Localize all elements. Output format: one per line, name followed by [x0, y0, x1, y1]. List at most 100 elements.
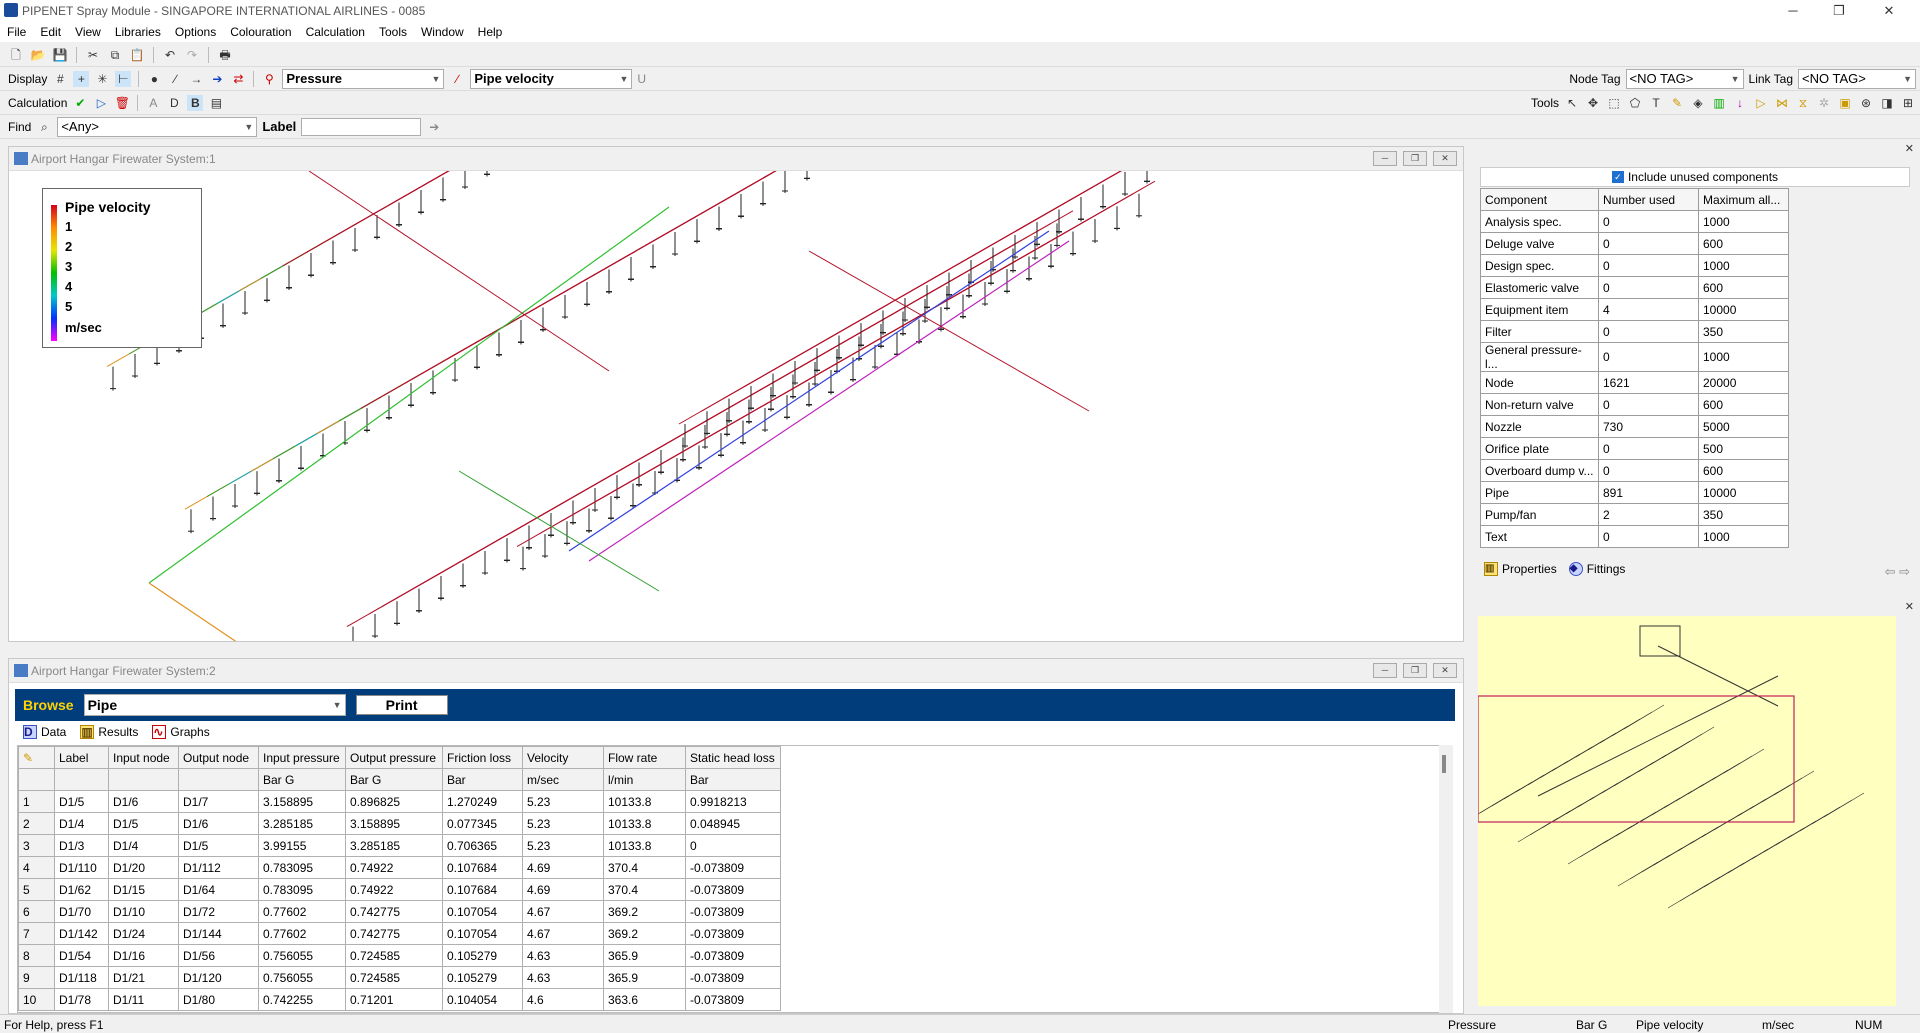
row-number[interactable]: 8 [18, 944, 55, 967]
equipment-icon[interactable]: ▣ [1837, 95, 1853, 111]
table-cell[interactable]: D1/20 [108, 856, 179, 879]
table-cell[interactable]: 0.107054 [442, 922, 523, 945]
table-cell[interactable]: D1/16 [108, 944, 179, 967]
table-cell[interactable]: 5.23 [522, 812, 604, 835]
table-cell[interactable]: 370.4 [603, 878, 686, 901]
link-label-icon[interactable]: ∕ [167, 71, 183, 87]
table-cell[interactable]: 4.69 [522, 878, 604, 901]
table-cell[interactable]: 0.74922 [345, 856, 443, 879]
table-cell[interactable]: D1/118 [54, 966, 109, 989]
column-header[interactable]: Maximum all... [1698, 188, 1789, 211]
column-header[interactable]: Label [54, 746, 109, 769]
table-cell[interactable]: D1/3 [54, 834, 109, 857]
row-number[interactable]: 2 [18, 812, 55, 835]
table-cell[interactable]: -0.073809 [685, 922, 781, 945]
column-header[interactable]: Output node [178, 746, 259, 769]
component-row[interactable]: Analysis spec. 0 1000 [1480, 210, 1789, 233]
table-cell[interactable]: D1/4 [108, 834, 179, 857]
table-cell[interactable]: Text [1480, 525, 1599, 548]
table-cell[interactable]: 0 [1598, 276, 1699, 299]
table-cell[interactable]: 3.285185 [258, 812, 346, 835]
menu-libraries[interactable]: Libraries [108, 22, 168, 42]
branch-pipe[interactable] [734, 171, 889, 195]
table-cell[interactable]: D1/4 [54, 812, 109, 835]
asterisk-icon[interactable]: ✳ [94, 71, 110, 87]
row-number[interactable]: 9 [18, 966, 55, 989]
column-header[interactable]: Static head loss [685, 746, 781, 769]
stop-icon[interactable]: 🗑 [114, 95, 130, 111]
table-cell[interactable]: 3.158895 [258, 790, 346, 813]
deluge-valve-icon[interactable]: ⋈ [1774, 95, 1790, 111]
table-cell[interactable]: D1/21 [108, 966, 179, 989]
table-cell[interactable]: 0.724585 [345, 944, 443, 967]
branch-pipe[interactable] [646, 171, 801, 246]
table-cell[interactable]: 369.2 [603, 900, 686, 923]
component-row[interactable]: Design spec. 0 1000 [1480, 254, 1789, 277]
table-cell[interactable]: 600 [1698, 393, 1789, 416]
component-row[interactable]: Filter 0 350 [1480, 320, 1789, 343]
table-cell[interactable]: 5.23 [522, 834, 604, 857]
column-header[interactable]: Friction loss [442, 746, 523, 769]
table-cell[interactable]: Non-return valve [1480, 393, 1599, 416]
close-icon[interactable]: ✕ [1905, 600, 1914, 613]
results-scrollbar[interactable] [1439, 745, 1453, 1013]
tab-properties[interactable]: ▥ Properties [1484, 562, 1557, 576]
direction-arrow-icon[interactable]: → [188, 71, 204, 87]
main-header[interactable] [308, 171, 610, 372]
table-cell[interactable]: 4.67 [522, 900, 604, 923]
orifice-icon[interactable]: ⧖ [1795, 95, 1811, 111]
table-cell[interactable]: D1/110 [54, 856, 109, 879]
table-cell[interactable]: D1/112 [178, 856, 259, 879]
menu-file[interactable]: File [0, 22, 33, 42]
branch-pipe[interactable] [690, 171, 845, 220]
node-number-icon[interactable]: ● [146, 71, 162, 87]
checkbox-checked-icon[interactable]: ✓ [1611, 171, 1624, 183]
table-cell[interactable]: Pipe [1480, 481, 1599, 504]
overview-map[interactable] [1467, 616, 1896, 1006]
component-row[interactable]: Pipe 891 10000 [1480, 481, 1789, 504]
find-type-select[interactable]: <Any> ▼ [57, 116, 258, 137]
table-cell[interactable]: 0.107684 [442, 878, 523, 901]
table-cell[interactable]: Deluge valve [1480, 232, 1599, 255]
table-cell[interactable]: 0 [1598, 232, 1699, 255]
tab-data[interactable]: D Data [23, 725, 66, 739]
table-cell[interactable]: 1621 [1598, 371, 1699, 394]
ortho-icon[interactable]: ⊢ [115, 70, 132, 87]
paste-icon[interactable]: 📋 [129, 47, 145, 63]
table-cell[interactable]: D1/56 [178, 944, 259, 967]
table-cell[interactable]: 0.724585 [345, 966, 443, 989]
close-icon[interactable]: ✕ [1433, 151, 1457, 166]
network-drawing-canvas[interactable]: Pipe velocity 1 2 3 4 5 m/sec [9, 171, 1463, 641]
table-cell[interactable]: D1/11 [108, 988, 179, 1011]
table-cell[interactable]: 4.63 [522, 966, 604, 989]
table-cell[interactable]: 0 [1598, 393, 1699, 416]
reverse-arrow-icon[interactable]: ⇄ [230, 71, 246, 87]
fan-icon[interactable]: ✲ [1816, 95, 1832, 111]
tab-fittings[interactable]: ◆ Fittings [1568, 562, 1625, 576]
menu-help[interactable]: Help [471, 22, 510, 42]
branch-pipe[interactable] [436, 171, 569, 179]
table-cell[interactable]: Design spec. [1480, 254, 1599, 277]
main-header[interactable] [588, 240, 1070, 562]
pump-icon[interactable]: ⊛ [1858, 95, 1874, 111]
library-tool-icon[interactable]: ⊞ [1900, 95, 1916, 111]
table-cell[interactable]: 1.270249 [442, 790, 523, 813]
component-row[interactable]: Orifice plate 0 500 [1480, 437, 1789, 460]
cut-icon[interactable]: ✂ [85, 47, 101, 63]
table-cell[interactable]: 370.4 [603, 856, 686, 879]
component-row[interactable]: General pressure-l... 0 1000 [1480, 342, 1789, 372]
table-cell[interactable]: 10133.8 [603, 812, 686, 835]
column-header[interactable]: Velocity [522, 746, 604, 769]
table-cell[interactable]: -0.073809 [685, 900, 781, 923]
menu-colouration[interactable]: Colouration [223, 22, 298, 42]
table-cell[interactable]: 10133.8 [603, 790, 686, 813]
menu-options[interactable]: Options [168, 22, 223, 42]
node-tool-icon[interactable]: ↓ [1732, 95, 1748, 111]
component-row[interactable]: Non-return valve 0 600 [1480, 393, 1789, 416]
table-cell[interactable]: 730 [1598, 415, 1699, 438]
table-cell[interactable]: 0.74922 [345, 878, 443, 901]
table-cell[interactable]: D1/144 [178, 922, 259, 945]
print-button[interactable]: Print [355, 695, 448, 715]
tab-results[interactable]: ▥ Results [80, 725, 138, 739]
table-cell[interactable]: Elastomeric valve [1480, 276, 1599, 299]
